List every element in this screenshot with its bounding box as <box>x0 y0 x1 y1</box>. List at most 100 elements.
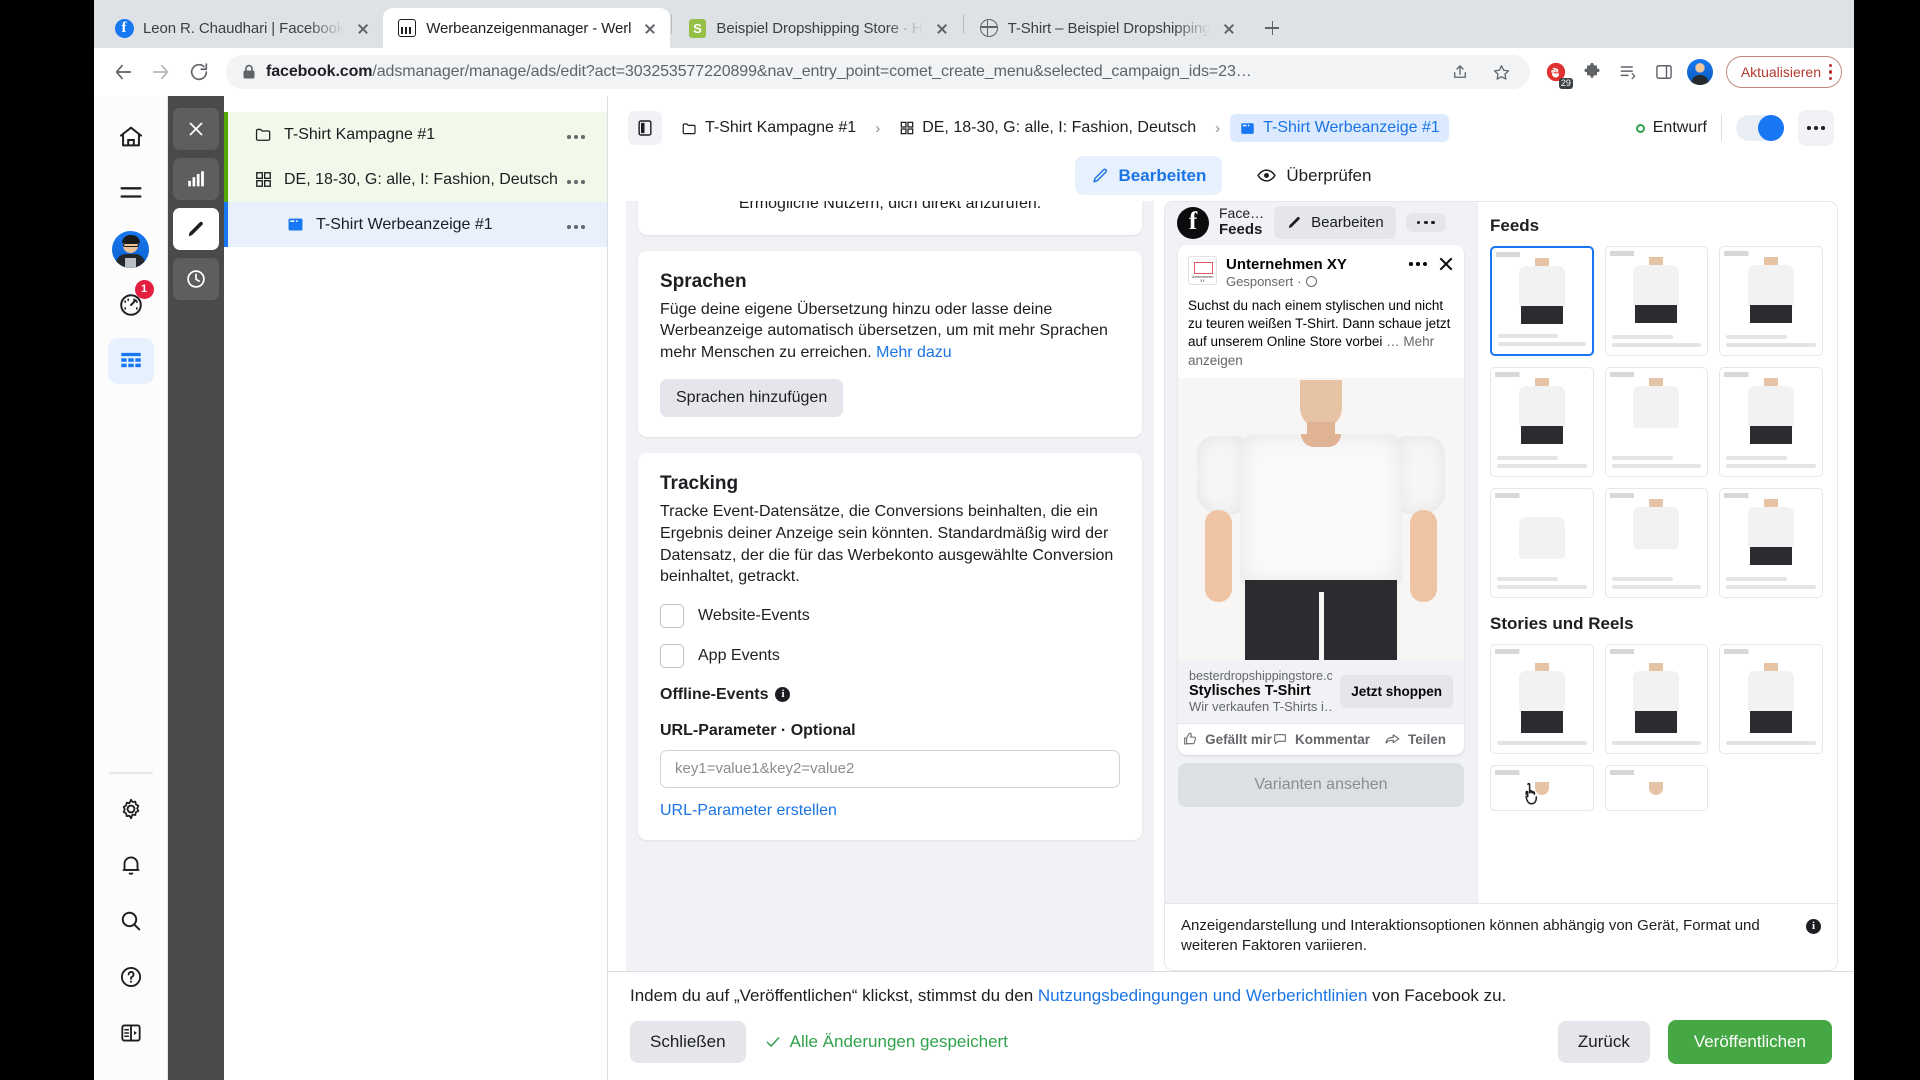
forward-icon[interactable] <box>144 55 178 89</box>
address-bar[interactable]: facebook.com/adsmanager/manage/ads/edit?… <box>226 55 1530 89</box>
close-icon[interactable] <box>1438 256 1454 272</box>
placement-thumb[interactable] <box>1490 246 1594 356</box>
placement-thumb[interactable] <box>1490 644 1594 754</box>
more-options-icon[interactable] <box>566 171 585 189</box>
browser-tab-0[interactable]: f Leon R. Chaudhari | Facebook <box>100 8 383 48</box>
ad-image[interactable] <box>1178 377 1464 660</box>
close-icon <box>185 118 207 140</box>
browser-tab-3[interactable]: T-Shirt – Beispiel Dropshipping <box>965 8 1250 48</box>
breadcrumb-ad[interactable]: T-Shirt Werbeanzeige #1 <box>1230 114 1449 142</box>
close-icon[interactable] <box>640 18 660 38</box>
placement-thumb[interactable] <box>1604 765 1709 811</box>
chart-panel-button[interactable] <box>173 158 219 200</box>
placement-thumb[interactable] <box>1490 367 1594 477</box>
sidebar-item-help[interactable] <box>108 954 154 1000</box>
placement-thumb[interactable] <box>1490 488 1594 598</box>
tab-bearbeiten[interactable]: Bearbeiten <box>1074 156 1223 195</box>
form-column[interactable]: Ermögliche Nutzern, dich direkt anzurufe… <box>626 201 1154 971</box>
tree-item-campaign[interactable]: T-Shirt Kampagne #1 <box>224 112 607 157</box>
sidebar-item-performance[interactable]: 1 <box>108 280 154 328</box>
placement-thumb[interactable] <box>1604 644 1709 754</box>
chrome-menu-icon[interactable] <box>1829 64 1833 80</box>
panel-toggle-icon <box>118 1020 144 1046</box>
comment-action[interactable]: Kommentar <box>1272 731 1370 748</box>
side-panel-icon[interactable] <box>1648 56 1680 88</box>
cta-button[interactable]: Jetzt shoppen <box>1340 674 1453 708</box>
create-url-parameter-link[interactable]: URL-Parameter erstellen <box>660 802 1120 820</box>
sidebar-item-search[interactable] <box>108 898 154 944</box>
share-action[interactable]: Teilen <box>1370 731 1460 748</box>
languages-learn-more-link[interactable]: Mehr dazu <box>876 344 952 361</box>
tree-item-label: T-Shirt Kampagne #1 <box>284 125 436 143</box>
breadcrumb-adset[interactable]: DE, 18-30, G: alle, I: Fashion, Deutsch <box>890 114 1205 142</box>
sidebar-item-notifications[interactable] <box>108 842 154 888</box>
ad-link-footer: besterdropshippingstore.c… Stylisches T-… <box>1178 659 1464 723</box>
placements-column: Feeds Stories und Reels <box>1477 202 1837 903</box>
placement-thumb[interactable] <box>1719 644 1823 754</box>
sidebar-item-panel-toggle[interactable] <box>108 1010 154 1056</box>
close-icon[interactable] <box>932 18 952 38</box>
back-icon[interactable] <box>106 55 140 89</box>
tree-item-adset[interactable]: DE, 18-30, G: alle, I: Fashion, Deutsch <box>224 157 607 202</box>
back-button[interactable]: Zurück <box>1557 1021 1650 1063</box>
close-icon[interactable] <box>1219 18 1239 38</box>
adset-icon <box>899 120 915 136</box>
url-parameter-input[interactable]: key1=value1&key2=value2 <box>660 749 1120 788</box>
placement-thumb[interactable] <box>1604 246 1709 356</box>
more-options-icon[interactable] <box>566 216 585 234</box>
tab-ueberpruefen[interactable]: Überprüfen <box>1240 156 1387 195</box>
checkbox-row-website-events[interactable]: Website-Events <box>660 603 1120 628</box>
adblock-extension-icon[interactable]: 29 <box>1540 56 1573 89</box>
profile-avatar[interactable] <box>1684 56 1716 88</box>
view-variants-button[interactable]: Varianten ansehen <box>1178 762 1464 807</box>
publish-button[interactable]: Veröffentlichen <box>1667 1020 1832 1064</box>
placement-thumb[interactable] <box>1604 367 1709 477</box>
close-icon[interactable] <box>353 18 373 38</box>
update-button[interactable]: Aktualisieren <box>1725 56 1842 88</box>
breadcrumb-campaign[interactable]: T-Shirt Kampagne #1 <box>672 114 865 142</box>
sidebar-item-settings[interactable] <box>108 786 154 832</box>
reading-list-icon[interactable] <box>1612 56 1644 88</box>
sidebar-item-menu[interactable] <box>108 170 154 216</box>
history-panel-button[interactable] <box>173 258 219 300</box>
browser-tab-1[interactable]: Werbeanzeigenmanager - Werl <box>383 8 671 48</box>
tree-item-ad[interactable]: T-Shirt Werbeanzeige #1 <box>224 202 607 247</box>
placement-thumb[interactable] <box>1604 488 1709 598</box>
placement-thumb[interactable] <box>1490 765 1594 811</box>
checkbox-row-app-events[interactable]: App Events <box>660 643 1120 668</box>
close-button[interactable]: Schließen <box>630 1021 746 1063</box>
pencil-icon <box>1286 214 1303 231</box>
terms-link[interactable]: Nutzungsbedingungen und Werberichtlinien <box>1038 986 1368 1005</box>
preview-more-options[interactable] <box>1405 212 1446 233</box>
reload-icon[interactable] <box>182 55 216 89</box>
edit-placement-button[interactable]: Bearbeiten <box>1274 206 1396 239</box>
share-icon[interactable] <box>1444 56 1476 88</box>
add-languages-button[interactable]: Sprachen hinzufügen <box>660 379 844 418</box>
sidebar-item-home[interactable] <box>108 114 154 160</box>
chevron-right-icon: › <box>875 119 881 137</box>
edit-panel-button[interactable] <box>173 208 219 250</box>
more-options-icon[interactable] <box>1408 262 1427 266</box>
info-icon[interactable]: i <box>1806 918 1821 934</box>
like-action[interactable]: Gefällt mir <box>1182 731 1272 748</box>
shopify-icon <box>687 18 707 38</box>
checkbox-label: App Events <box>698 646 780 664</box>
saved-label: Alle Änderungen gespeichert <box>789 1032 1008 1051</box>
more-options-icon[interactable] <box>1798 110 1834 146</box>
new-tab-button[interactable] <box>1255 11 1289 45</box>
close-panel-button[interactable] <box>173 108 219 150</box>
placement-thumb[interactable] <box>1719 246 1823 356</box>
bookmark-star-icon[interactable] <box>1486 56 1518 88</box>
browser-tab-2[interactable]: Beispiel Dropshipping Store · H <box>673 8 961 48</box>
placement-thumb[interactable] <box>1719 488 1823 598</box>
more-options-icon[interactable] <box>566 126 585 144</box>
ad-active-toggle[interactable] <box>1736 115 1784 141</box>
sidebar-item-account[interactable] <box>108 226 154 272</box>
panel-collapse-icon[interactable] <box>628 111 662 145</box>
extensions-puzzle-icon[interactable] <box>1576 56 1608 88</box>
placement-thumb[interactable] <box>1719 367 1823 477</box>
info-icon[interactable]: i <box>775 687 791 703</box>
checkbox-app-events[interactable] <box>660 643 684 668</box>
sidebar-item-table[interactable] <box>107 338 154 384</box>
checkbox-website-events[interactable] <box>660 603 684 628</box>
